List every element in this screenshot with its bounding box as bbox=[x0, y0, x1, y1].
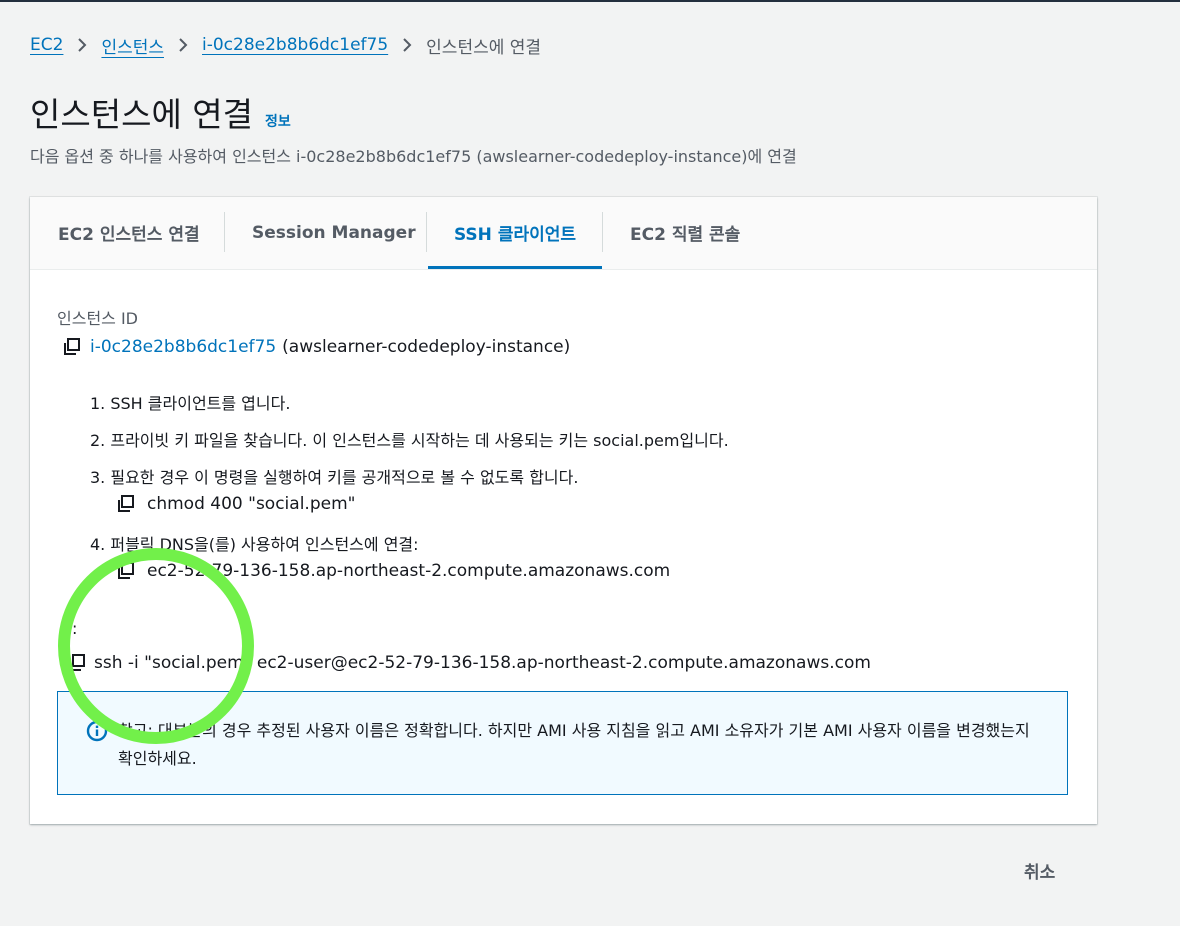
chmod-command-row: chmod 400 "social.pem" bbox=[117, 494, 355, 514]
copy-icon[interactable] bbox=[117, 562, 135, 580]
alert-text: 참고: 대부분의 경우 추정된 사용자 이름은 정확합니다. 하지만 AMI 사… bbox=[118, 721, 1030, 768]
info-icon bbox=[86, 720, 108, 742]
instance-id-link[interactable]: i-0c28e2b8b6dc1ef75 bbox=[90, 337, 276, 357]
tab-ec2-instance-connect[interactable]: EC2 인스턴스 연결 bbox=[58, 197, 200, 268]
chevron-right-icon bbox=[77, 37, 87, 53]
breadcrumb-instances[interactable]: 인스턴스 bbox=[101, 33, 164, 58]
page-description: 다음 옵션 중 하나를 사용하여 인스턴스 i-0c28e2b8b6dc1ef7… bbox=[30, 147, 797, 166]
tab-ssh-client[interactable]: SSH 클라이언트 bbox=[428, 197, 602, 269]
instance-id-row: i-0c28e2b8b6dc1ef75 (awslearner-codedepl… bbox=[63, 337, 570, 357]
info-link[interactable]: 정보 bbox=[265, 111, 291, 131]
tab-session-manager[interactable]: Session Manager bbox=[252, 197, 416, 268]
step-2: 2. 프라이빗 키 파일을 찾습니다. 이 인스턴스를 시작하는 데 사용되는 … bbox=[90, 431, 729, 450]
page-title-text: 인스턴스에 연결 bbox=[30, 95, 254, 134]
tab-divider bbox=[224, 212, 225, 252]
chmod-command: chmod 400 "social.pem" bbox=[147, 494, 356, 514]
chevron-right-icon bbox=[178, 37, 188, 53]
ssh-command-row: ssh -i "social.pem" ec2-user@ec2-52-79-1… bbox=[68, 653, 871, 673]
ssh-command: ssh -i "social.pem" ec2-user@ec2-52-79-1… bbox=[94, 653, 871, 673]
dns-command-row: ec2-52-79-136-158.ap-northeast-2.compute… bbox=[117, 561, 670, 581]
cancel-button[interactable]: 취소 bbox=[1024, 858, 1055, 883]
breadcrumb-instance-id[interactable]: i-0c28e2b8b6dc1ef75 bbox=[202, 35, 388, 55]
example-label: : bbox=[72, 619, 78, 638]
step-1: 1. SSH 클라이언트를 엽니다. bbox=[90, 394, 291, 413]
connect-panel: EC2 인스턴스 연결 Session Manager SSH 클라이언트 EC… bbox=[30, 197, 1097, 824]
tab-divider bbox=[426, 212, 427, 252]
step-3: 3. 필요한 경우 이 명령을 실행하여 키를 공개적으로 볼 수 없도록 합니… bbox=[90, 468, 579, 487]
instance-name: (awslearner-codedeploy-instance) bbox=[282, 337, 571, 357]
tab-bar: EC2 인스턴스 연결 Session Manager SSH 클라이언트 EC… bbox=[30, 197, 1097, 270]
public-dns: ec2-52-79-136-158.ap-northeast-2.compute… bbox=[147, 561, 671, 581]
instance-id-label: 인스턴스 ID bbox=[57, 309, 139, 328]
top-border bbox=[0, 0, 1180, 2]
breadcrumb: EC2 인스턴스 i-0c28e2b8b6dc1ef75 인스턴스에 연결 bbox=[30, 33, 542, 58]
info-alert: 참고: 대부분의 경우 추정된 사용자 이름은 정확합니다. 하지만 AMI 사… bbox=[57, 691, 1068, 795]
copy-icon[interactable] bbox=[117, 495, 135, 513]
tab-ec2-serial-console[interactable]: EC2 직렬 콘솔 bbox=[630, 197, 740, 268]
breadcrumb-ec2[interactable]: EC2 bbox=[30, 35, 63, 55]
tab-content: 인스턴스 ID i-0c28e2b8b6dc1ef75 (awslearner-… bbox=[30, 269, 1097, 824]
copy-icon[interactable] bbox=[63, 338, 81, 356]
chevron-right-icon bbox=[402, 37, 412, 53]
page-title: 인스턴스에 연결 정보 bbox=[30, 88, 291, 136]
step-4: 4. 퍼블릭 DNS을(를) 사용하여 인스턴스에 연결: bbox=[90, 535, 419, 554]
tab-divider bbox=[602, 212, 603, 252]
breadcrumb-current: 인스턴스에 연결 bbox=[426, 37, 542, 58]
copy-icon[interactable] bbox=[68, 654, 86, 672]
